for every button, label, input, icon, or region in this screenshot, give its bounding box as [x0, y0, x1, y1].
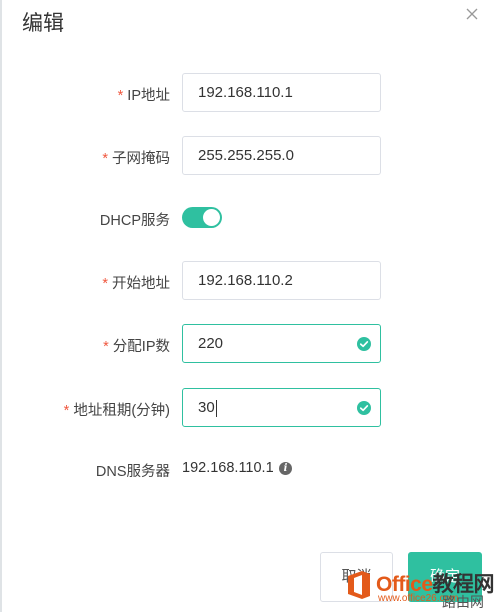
- check-circle-icon: [357, 401, 371, 415]
- ip-input-value: 192.168.110.1: [198, 84, 293, 101]
- lease-time-label: * 地址租期(分钟): [63, 403, 170, 419]
- toggle-knob: [203, 209, 220, 226]
- subnet-input[interactable]: 255.255.255.0: [182, 136, 381, 175]
- watermark: Office教程网 www.office26.com 路由网: [346, 562, 501, 612]
- required-mark: *: [63, 403, 70, 419]
- lease-time-value: 30: [198, 399, 215, 416]
- dialog-left-border: [0, 0, 2, 612]
- required-mark: *: [103, 339, 109, 355]
- start-address-label: * 开始地址: [102, 276, 170, 292]
- office-logo-icon: [346, 570, 372, 600]
- dhcp-label: DHCP服务: [99, 213, 170, 229]
- required-mark: *: [102, 151, 108, 167]
- check-circle-icon: [357, 337, 371, 351]
- info-icon[interactable]: i: [279, 462, 292, 475]
- subnet-label: * 子网掩码: [102, 151, 170, 167]
- edit-dialog: 编辑 * IP地址 192.168.110.1 * 子网掩码 255.255.255…: [0, 0, 501, 612]
- dialog-title: 编辑: [22, 12, 64, 35]
- required-mark: *: [117, 88, 124, 104]
- dns-label: DNS服务器: [95, 464, 170, 480]
- watermark-extra: 路由网: [442, 594, 484, 610]
- ip-label: * IP地址: [117, 88, 170, 104]
- ip-count-label: * 分配IP数: [103, 339, 170, 355]
- start-address-input[interactable]: 192.168.110.2: [182, 261, 381, 300]
- required-mark: *: [102, 276, 108, 292]
- subnet-input-value: 255.255.255.0: [198, 147, 294, 164]
- lease-time-input[interactable]: 30: [182, 388, 381, 427]
- ip-input[interactable]: 192.168.110.1: [182, 73, 381, 112]
- dhcp-toggle[interactable]: [182, 207, 222, 228]
- text-cursor: [215, 399, 217, 417]
- ip-count-value: 220: [198, 335, 224, 352]
- start-address-value: 192.168.110.2: [198, 272, 293, 289]
- dns-value: 192.168.110.1: [182, 460, 274, 476]
- close-icon[interactable]: [464, 6, 480, 22]
- ip-count-input[interactable]: 220: [182, 324, 381, 363]
